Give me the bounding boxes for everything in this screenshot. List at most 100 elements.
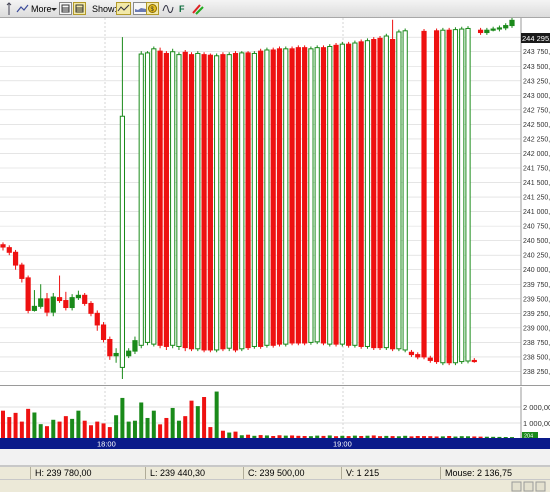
candle-body [314,47,320,343]
candle-body [440,29,446,364]
formula-icon[interactable]: F [179,2,185,16]
candle-body [138,53,144,346]
volume-bar [95,421,100,438]
candle-body [144,52,151,343]
volume-bar [208,427,213,438]
candle-body [82,294,88,304]
volume-bar [132,420,137,438]
volume-bar [51,419,56,438]
volume-tick-1000: 1 000,00 [523,419,550,428]
price-tick-label: 238 250,0 [523,369,550,376]
candle-body [119,115,125,368]
volume-bar [107,427,112,438]
candle-body [509,19,515,27]
indicator-icon[interactable]: $ [146,2,159,15]
candle-body [251,52,257,347]
line-tool-icon[interactable] [16,2,29,16]
candle-body [496,27,503,30]
price-tick-label: 239 250,0 [523,311,550,318]
candle-body [346,43,352,346]
candle-body [446,29,452,364]
candle-body [107,338,113,357]
candle-body [31,305,38,311]
candle-body [75,294,82,299]
line-chart-icon[interactable] [116,2,131,15]
candle-body [44,298,50,313]
candle-body [396,31,402,350]
cursor-icon[interactable] [4,2,14,16]
palette-icon[interactable] [191,2,204,16]
volume-tick-2000: 2 000,00 [523,403,550,412]
volume-bar [63,416,68,438]
candle-body [402,30,408,351]
candle-body [245,52,251,349]
candle-body [126,350,132,357]
candle-body [201,54,207,351]
candle-body [383,35,389,349]
candlestick-series [0,18,515,380]
volume-chart: 2 000,00 1 000,00 204 [0,387,550,440]
candle-body [295,47,301,344]
candle-body [100,324,107,340]
volume-bar [214,391,219,438]
price-tick-label: 239 750,0 [523,282,550,289]
volume-panel[interactable]: 2 000,00 1 000,00 204 [0,387,550,440]
candle-body [358,41,364,347]
volume-bar [164,417,169,438]
candle-body [19,264,25,279]
volume-bar [114,415,119,438]
panel-separator [0,449,550,466]
status-bar: H: 239 780,00 L: 239 440,30 C: 239 500,0… [0,466,550,480]
scroll-right-button[interactable] [523,481,534,492]
volume-bar [26,408,31,438]
volume-bar [195,406,200,438]
price-tick-label: 242 750,0 [523,107,550,114]
candle-body [182,51,188,349]
candle-body [94,312,100,326]
volume-bar [101,423,106,438]
volume-bar [189,400,194,438]
candle-body [364,40,371,347]
candle-body [484,29,490,34]
dropdown-arrow-icon[interactable] [51,2,57,16]
price-tick-label: 243 750,0 [523,49,550,56]
candle-body [352,42,358,346]
volume-bar [220,430,225,438]
candle-body [113,352,119,357]
candle-layout-icon[interactable] [73,2,86,15]
price-chart-panel[interactable]: 244 000,0243 750,0243 500,0243 250,0243 … [0,18,550,386]
scroll-controls [511,481,546,492]
candle-body [459,28,465,363]
candle-body [452,29,459,364]
price-tick-label: 239 000,0 [523,325,550,332]
candle-body [408,351,415,356]
scroll-end-button[interactable] [535,481,546,492]
candle-body [339,43,345,345]
candle-body [264,49,270,346]
price-axis: 244 000,0243 750,0243 500,0243 250,0243 … [523,35,550,376]
current-price-label: 244 295,00 [522,34,550,43]
candle-body [12,251,19,266]
time-axis: 18:00 19:00 [0,438,550,449]
volume-bar [32,412,37,438]
candle-body [195,52,201,350]
candle-body [214,55,220,351]
scroll-left-button[interactable] [511,481,522,492]
volume-bar [13,412,18,438]
candle-body [320,47,327,344]
price-tick-label: 243 250,0 [523,78,550,85]
bottom-scroll-strip [0,479,550,492]
candle-body [333,44,339,345]
candle-body [490,28,496,31]
volume-bar [44,426,49,438]
candle-body [176,54,182,347]
volume-series [1,391,514,438]
candle-body [477,29,484,34]
bar-layout-icon[interactable] [59,2,72,15]
volume-bar [38,424,43,438]
volume-bar [82,420,87,438]
more-button[interactable]: More [31,2,52,16]
price-tick-label: 242 250,0 [523,136,550,143]
wave-icon[interactable] [162,2,174,16]
time-axis-svg: 18:00 19:00 [97,440,352,449]
